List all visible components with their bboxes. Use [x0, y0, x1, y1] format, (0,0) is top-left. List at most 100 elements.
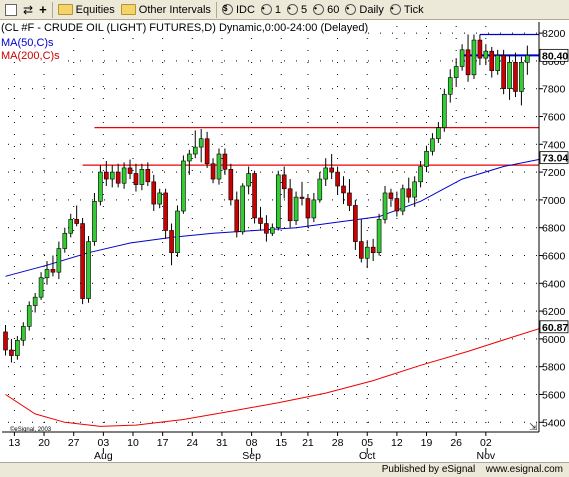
- grid-dot: [272, 254, 273, 256]
- grid-dot: [8, 88, 9, 90]
- grid-dot: [344, 393, 345, 395]
- grid-dot: [337, 110, 339, 111]
- y-tick-label: 8200: [542, 28, 566, 40]
- grid-dot: [162, 398, 164, 399]
- grid-dot: [212, 338, 213, 340]
- grid-dot: [191, 254, 193, 255]
- grid-dot: [32, 421, 33, 423]
- grid-dot: [500, 116, 501, 118]
- grid-dot: [426, 398, 428, 399]
- grid-dot: [132, 398, 134, 399]
- price-chart[interactable]: 8200800078007600740072007000680066006400…: [0, 0, 569, 477]
- grid-dot: [280, 386, 282, 387]
- publisher-credit: Published by eSignal www.esignal.com: [382, 464, 563, 475]
- grid-dot: [356, 199, 357, 201]
- grid-dot: [452, 171, 453, 173]
- grid-dot: [128, 282, 129, 284]
- grid-dot: [140, 366, 141, 368]
- grid-dot: [426, 410, 428, 411]
- grid-dot: [128, 310, 129, 312]
- grid-dot: [337, 254, 339, 255]
- grid-dot: [248, 366, 249, 368]
- grid-dot: [73, 74, 75, 75]
- grid-dot: [428, 393, 429, 395]
- grid-dot: [116, 393, 117, 395]
- grid-dot: [344, 227, 345, 229]
- grid-dot: [56, 310, 57, 312]
- grid-dot: [320, 60, 321, 62]
- grid-dot: [308, 366, 309, 368]
- grid-dot: [128, 227, 129, 229]
- grid-dot: [251, 386, 253, 387]
- grid-dot: [380, 310, 381, 312]
- candle-down: [347, 192, 352, 206]
- grid-dot: [260, 254, 261, 256]
- grid-dot: [296, 171, 297, 173]
- candle-down: [258, 217, 263, 224]
- grid-dot: [92, 338, 93, 340]
- grid-dot: [164, 254, 165, 256]
- grid-dot: [512, 32, 513, 34]
- grid-dot: [20, 338, 21, 340]
- grid-dot: [296, 116, 297, 118]
- candle-up: [240, 185, 245, 233]
- grid-dot: [392, 116, 393, 118]
- grid-dot: [500, 366, 501, 368]
- grid-dot: [272, 143, 273, 145]
- grid-dot: [224, 199, 225, 201]
- grid-dot: [337, 290, 339, 291]
- grid-dot: [43, 326, 45, 327]
- grid-dot: [13, 278, 15, 279]
- grid-dot: [8, 338, 9, 340]
- grid-dot: [512, 393, 513, 395]
- grid-dot: [366, 62, 368, 63]
- y-tick-label: 6000: [542, 334, 566, 346]
- candle-up: [181, 160, 186, 212]
- grid-dot: [251, 194, 253, 195]
- grid-dot: [224, 143, 225, 145]
- grid-dot: [337, 230, 339, 231]
- grid-dot: [452, 310, 453, 312]
- grid-dot: [80, 60, 81, 62]
- grid-dot: [164, 282, 165, 284]
- grid-dot: [524, 421, 525, 423]
- candle-up: [246, 173, 251, 187]
- grid-dot: [392, 421, 393, 423]
- grid-dot: [73, 374, 75, 375]
- grid-dot: [455, 386, 457, 387]
- candle-up: [519, 62, 524, 92]
- grid-dot: [380, 143, 381, 145]
- grid-dot: [73, 194, 75, 195]
- grid-dot: [191, 50, 193, 51]
- x-tick-label: 26: [450, 437, 462, 449]
- grid-dot: [440, 254, 441, 256]
- grid-dot: [104, 116, 105, 118]
- grid-dot: [356, 393, 357, 395]
- grid-dot: [396, 350, 398, 351]
- grid-dot: [44, 393, 45, 395]
- grid-dot: [140, 227, 141, 229]
- candle-down: [341, 185, 346, 194]
- month-label: Nov: [476, 450, 495, 462]
- grid-dot: [32, 143, 33, 145]
- grid-dot: [104, 88, 105, 90]
- grid-dot: [337, 146, 339, 147]
- grid-dot: [116, 199, 117, 201]
- candle-up: [525, 55, 530, 63]
- y-tick-label: 5400: [542, 417, 566, 429]
- grid-dot: [32, 366, 33, 368]
- grid-dot: [344, 116, 345, 118]
- candle-down: [145, 169, 151, 183]
- grid-dot: [485, 158, 487, 159]
- grid-dot: [44, 227, 45, 229]
- grid-dot: [73, 254, 75, 255]
- grid-dot: [512, 116, 513, 118]
- grid-dot: [455, 110, 457, 111]
- x-tick-label: 15: [275, 437, 287, 449]
- grid-dot: [43, 422, 45, 423]
- candle-up: [192, 146, 198, 155]
- grid-dot: [320, 116, 321, 118]
- grid-dot: [132, 218, 134, 219]
- grid-dot: [524, 32, 525, 34]
- grid-dot: [73, 314, 75, 315]
